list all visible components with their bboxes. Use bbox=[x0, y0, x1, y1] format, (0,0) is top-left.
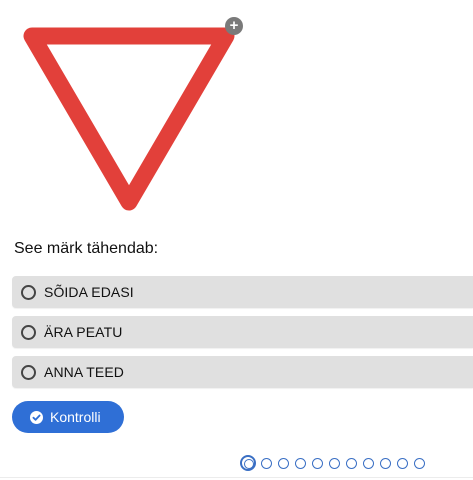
answer-option-label: SÕIDA EDASI bbox=[44, 284, 134, 300]
check-answer-button[interactable]: Kontrolli bbox=[12, 401, 124, 433]
answer-option-label: ANNA TEED bbox=[44, 364, 124, 380]
check-button-label: Kontrolli bbox=[50, 409, 101, 425]
pager-dot[interactable] bbox=[380, 457, 391, 469]
pager-dot[interactable] bbox=[397, 457, 408, 469]
zoom-in-icon[interactable]: + bbox=[225, 17, 243, 35]
answer-option-label: ÄRA PEATU bbox=[44, 324, 123, 340]
question-text: See märk tähendab: bbox=[14, 240, 159, 257]
pager-dot[interactable] bbox=[295, 457, 306, 469]
pager-dot[interactable] bbox=[329, 457, 340, 469]
radio-icon[interactable] bbox=[21, 364, 36, 380]
pager-dot[interactable] bbox=[278, 457, 289, 469]
pager-dot[interactable] bbox=[346, 457, 357, 469]
pager-dot[interactable] bbox=[363, 457, 374, 469]
radio-icon[interactable] bbox=[21, 284, 36, 300]
answer-option-3[interactable]: ANNA TEED bbox=[12, 356, 473, 388]
radio-icon[interactable] bbox=[21, 324, 36, 340]
pager-dot[interactable] bbox=[414, 457, 425, 469]
answer-option-2[interactable]: ÄRA PEATU bbox=[12, 316, 473, 348]
question-image bbox=[18, 14, 248, 214]
pager-dot[interactable] bbox=[312, 457, 323, 469]
answer-option-1[interactable]: SÕIDA EDASI bbox=[12, 276, 473, 308]
check-circle-icon bbox=[30, 410, 43, 424]
divider bbox=[0, 477, 473, 478]
pager-dot[interactable] bbox=[261, 457, 272, 469]
yield-sign-icon bbox=[23, 27, 235, 211]
answer-options: SÕIDA EDASI ÄRA PEATU ANNA TEED bbox=[12, 276, 473, 396]
pager-dot-current[interactable] bbox=[240, 455, 256, 471]
question-pager bbox=[240, 455, 431, 471]
